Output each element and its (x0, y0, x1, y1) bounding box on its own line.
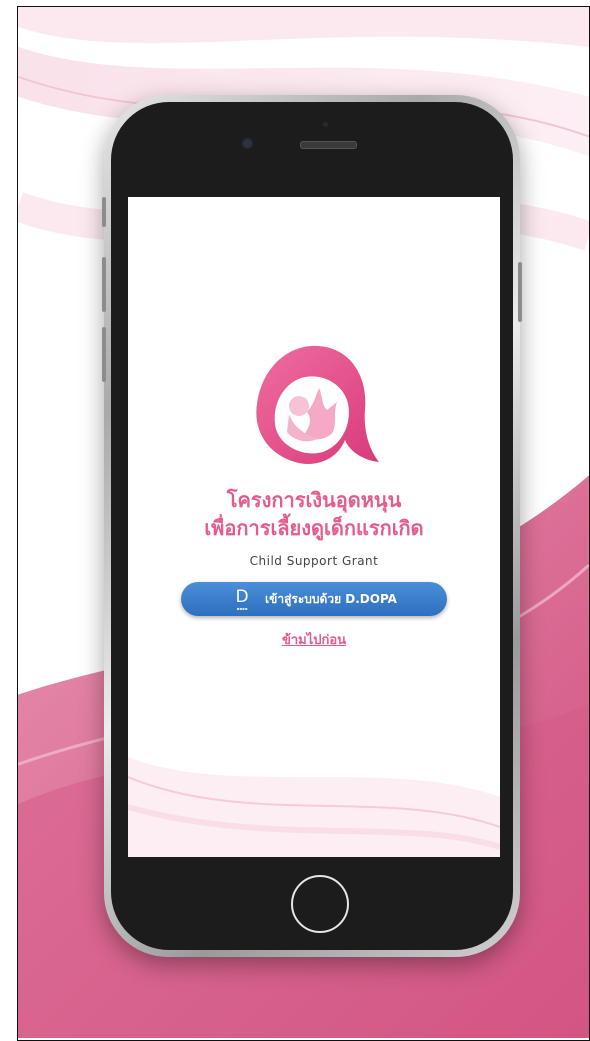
screenshot-frame: โครงการเงินอุดหนุน เพื่อการเลี้ยงดูเด็กแ… (17, 6, 590, 1041)
d-dopa-logo-mark: ▪▪▪▪ (236, 605, 248, 611)
login-button-label: เข้าสู่ระบบด้วย D.DOPA (265, 591, 397, 606)
d-dopa-login-button[interactable]: D ▪▪▪▪ เข้าสู่ระบบด้วย D.DOPA (181, 582, 447, 616)
camera-icon (241, 137, 254, 150)
mother-child-logo-icon (256, 345, 379, 464)
phone-body: โครงการเงินอุดหนุน เพื่อการเลี้ยงดูเด็กแ… (102, 102, 522, 950)
phone-mockup: โครงการเงินอุดหนุน เพื่อการเลี้ยงดูเด็กแ… (102, 95, 522, 957)
proximity-sensor (323, 122, 328, 127)
home-button-icon[interactable] (291, 875, 349, 933)
d-dopa-logo-icon: D ▪▪▪▪ (231, 586, 253, 612)
d-dopa-logo-letter: D (235, 586, 249, 607)
earpiece-speaker (300, 141, 357, 149)
power-button (518, 262, 522, 322)
mute-switch (102, 197, 106, 227)
app-screen: โครงการเงินอุดหนุน เพื่อการเลี้ยงดูเด็กแ… (128, 197, 500, 857)
volume-down-button (102, 327, 106, 382)
skip-link[interactable]: ข้ามไปก่อน (128, 629, 500, 650)
app-subtitle: Child Support Grant (249, 554, 379, 568)
volume-up-button (102, 257, 106, 312)
app-title-line-2: เพื่อการเลี้ยงดูเด็กแรกเกิด (204, 516, 424, 540)
app-title-line-1: โครงการเงินอุดหนุน (226, 488, 402, 512)
